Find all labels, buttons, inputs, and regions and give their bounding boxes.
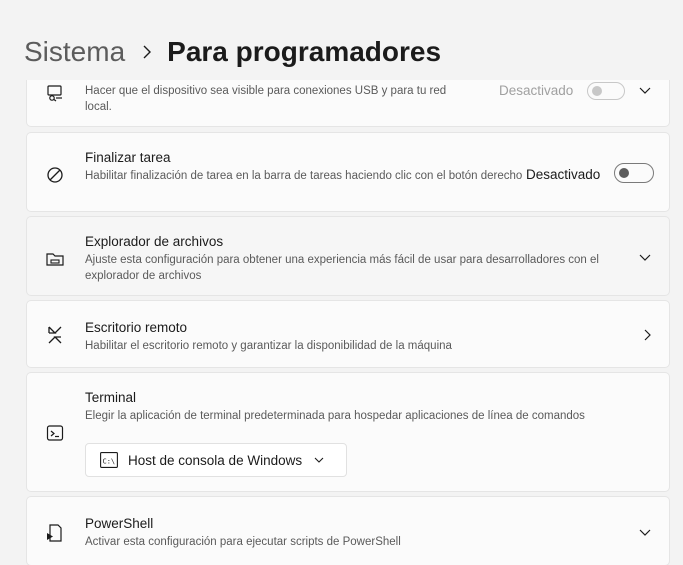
- setting-description: Activar esta configuración para ejecutar…: [85, 536, 401, 548]
- toggle-state-label: Desactivado: [499, 83, 574, 98]
- end-task-icon: [43, 163, 67, 187]
- breadcrumb-parent[interactable]: Sistema: [24, 36, 125, 68]
- chevron-right-icon[interactable]: [639, 327, 655, 343]
- setting-file-explorer[interactable]: Explorador de archivos Ajuste esta confi…: [26, 216, 670, 296]
- settings-list[interactable]: Hacer que el dispositivo sea visible par…: [0, 80, 683, 565]
- svg-text:C:\: C:\: [103, 458, 116, 466]
- console-host-icon: C:\: [100, 452, 118, 468]
- setting-title: Finalizar tarea: [85, 150, 171, 165]
- page-title: Para programadores: [167, 36, 442, 67]
- setting-device-discovery[interactable]: Hacer que el dispositivo sea visible par…: [26, 80, 670, 127]
- setting-powershell[interactable]: PowerShell Activar esta configuración pa…: [26, 496, 670, 565]
- chevron-down-icon: [314, 455, 324, 465]
- setting-remote-desktop[interactable]: Escritorio remoto Habilitar el escritori…: [26, 300, 670, 368]
- end-task-toggle[interactable]: [614, 163, 654, 183]
- setting-title: Escritorio remoto: [85, 320, 188, 335]
- remote-desktop-icon: [43, 323, 67, 347]
- setting-title: Explorador de archivos: [85, 234, 224, 249]
- setting-description: Hacer que el dispositivo sea visible par…: [85, 85, 447, 113]
- setting-description: Habilitar el escritorio remoto y garanti…: [85, 340, 452, 352]
- setting-terminal: Terminal Elegir la aplicación de termina…: [26, 372, 670, 492]
- chevron-right-icon: [141, 45, 153, 59]
- folder-icon: [43, 247, 67, 271]
- device-discovery-icon: [43, 81, 67, 105]
- setting-end-task[interactable]: Finalizar tarea Habilitar finalización d…: [26, 132, 670, 212]
- chevron-down-icon[interactable]: [637, 249, 653, 265]
- chevron-down-icon[interactable]: [637, 524, 653, 540]
- setting-description: Habilitar finalización de tarea en la ba…: [85, 170, 523, 182]
- select-value: Host de consola de Windows: [128, 452, 303, 468]
- breadcrumb: Sistema Para programadores: [24, 34, 441, 70]
- terminal-icon: [43, 421, 67, 445]
- setting-title: Terminal: [85, 390, 137, 405]
- chevron-down-icon[interactable]: [637, 82, 653, 98]
- terminal-app-select[interactable]: C:\ Host de consola de Windows: [85, 443, 347, 477]
- setting-title: PowerShell: [85, 516, 154, 531]
- toggle-state-label: Desactivado: [526, 167, 601, 182]
- setting-description: Elegir la aplicación de terminal predete…: [85, 410, 585, 422]
- setting-description: Ajuste esta configuración para obtener u…: [85, 254, 599, 282]
- device-discovery-toggle[interactable]: [587, 82, 625, 100]
- powershell-icon: [43, 521, 67, 545]
